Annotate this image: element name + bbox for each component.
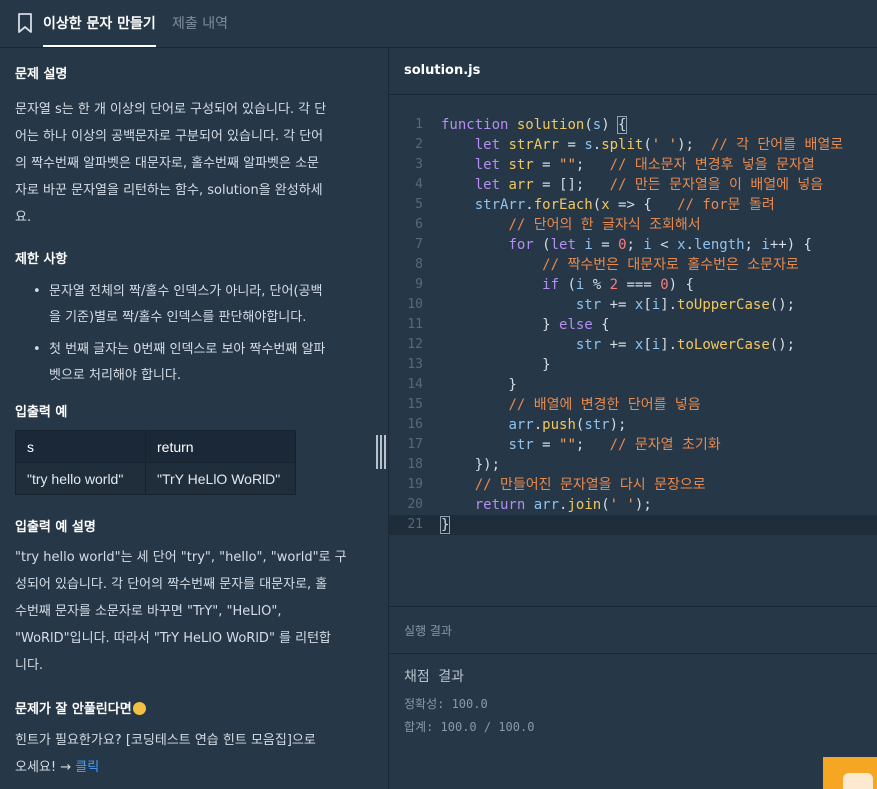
tab-submissions[interactable]: 제출 내역 bbox=[172, 13, 228, 33]
grading-heading: 채점 결과 bbox=[404, 669, 464, 685]
code-line[interactable]: 3 let str = ""; // 대소문자 변경후 넣을 문자열 bbox=[389, 155, 877, 175]
code-line[interactable]: 8 // 짝수번은 대문자로 홀수번은 소문자로 bbox=[389, 255, 877, 275]
limits-title: 제한 사항 bbox=[15, 252, 68, 267]
total-text: 합계: 100.0 / 100.0 bbox=[404, 720, 535, 734]
code-line[interactable]: 13 } bbox=[389, 355, 877, 375]
io-table: s return "try hello world" "TrY HeLlO Wo… bbox=[15, 430, 296, 495]
table-row: "try hello world" "TrY HeLlO WoRlD" bbox=[15, 462, 296, 495]
code-line[interactable]: 19 // 만들어진 문자열을 다시 문장으로 bbox=[389, 475, 877, 495]
editor-header: solution.js bbox=[389, 48, 877, 95]
code-editor[interactable]: 1 function solution(s) { 2 let strArr = s… bbox=[389, 95, 877, 605]
io-desc-text: "try hello world"는 세 단어 "try", "hello", … bbox=[15, 550, 347, 673]
io-title: 입출력 예 bbox=[15, 405, 68, 420]
code-line[interactable]: 9 if (i % 2 === 0) { bbox=[389, 275, 877, 295]
code-line[interactable]: 1 function solution(s) { bbox=[389, 115, 877, 135]
limits-list: 문자열 전체의 짝/홀수 인덱스가 아니라, 단어(공백 을 기준)별로 짝/홀… bbox=[15, 279, 369, 395]
bookmark-icon[interactable] bbox=[17, 13, 33, 33]
code-line[interactable]: 16 arr.push(str); bbox=[389, 415, 877, 435]
result-header: 실행 결과 bbox=[389, 606, 877, 654]
file-name: solution.js bbox=[404, 63, 481, 78]
result-title: 실행 결과 bbox=[404, 624, 452, 638]
tab-problem[interactable]: 이상한 문자 만들기 bbox=[43, 13, 156, 47]
accuracy-text: 정확성: 100.0 bbox=[404, 697, 488, 711]
hint-link[interactable]: 클릭 bbox=[75, 760, 99, 775]
column-header-s: s bbox=[15, 430, 146, 463]
code-line[interactable]: 6 // 단어의 한 글자식 조회해서 bbox=[389, 215, 877, 235]
code-line[interactable]: 20 return arr.join(' '); bbox=[389, 495, 877, 515]
code-line[interactable]: 5 strArr.forEach(x => { // for문 돌려 bbox=[389, 195, 877, 215]
code-line[interactable]: 17 str = ""; // 문자열 초기화 bbox=[389, 435, 877, 455]
hint-text: 힌트가 필요한가요? [코딩테스트 연습 힌트 모음집]으로 오세요! → 클릭 bbox=[15, 733, 316, 775]
code-line[interactable]: 7 for (let i = 0; i < x.length; i++) { bbox=[389, 235, 877, 255]
code-line[interactable]: 4 let arr = []; // 만든 문자열을 이 배열에 넣음 bbox=[389, 175, 877, 195]
code-line[interactable]: 18 }); bbox=[389, 455, 877, 475]
limit-item: 첫 번째 글자는 0번째 인덱스로 보아 짝수번째 알파 벳으로 처리해야 합니… bbox=[33, 337, 369, 389]
io-desc-title: 입출력 예 설명 bbox=[15, 520, 96, 535]
chat-widget-button[interactable] bbox=[823, 757, 877, 789]
sad-face-icon bbox=[132, 702, 146, 715]
table-cell: "try hello world" bbox=[15, 462, 146, 495]
code-line-current[interactable]: 21} bbox=[389, 515, 877, 535]
description-title: 문제 설명 bbox=[15, 67, 68, 82]
code-line[interactable]: 14 } bbox=[389, 375, 877, 395]
chat-avatar-icon bbox=[843, 773, 873, 789]
table-cell: "TrY HeLlO WoRlD" bbox=[145, 462, 296, 495]
result-output: 채점 결과 정확성: 100.0 합계: 100.0 / 100.0 bbox=[404, 666, 534, 741]
column-header-return: return bbox=[145, 430, 296, 463]
top-bar: 이상한 문자 만들기 제출 내역 bbox=[0, 0, 877, 48]
limit-item: 문자열 전체의 짝/홀수 인덱스가 아니라, 단어(공백 을 기준)별로 짝/홀… bbox=[33, 279, 369, 331]
resize-handle[interactable] bbox=[376, 435, 386, 469]
code-line[interactable]: 15 // 배열에 변경한 단어를 넣음 bbox=[389, 395, 877, 415]
description-text: 문자열 s는 한 개 이상의 단어로 구성되어 있습니다. 각 단 어는 하나 … bbox=[15, 102, 327, 225]
code-line[interactable]: 2 let strArr = s.split(' '); // 각 단어를 배열… bbox=[389, 135, 877, 155]
code-line[interactable]: 10 str += x[i].toUpperCase(); bbox=[389, 295, 877, 315]
table-header-row: s return bbox=[15, 430, 296, 463]
code-line[interactable]: 12 str += x[i].toLowerCase(); bbox=[389, 335, 877, 355]
code-line[interactable]: 11 } else { bbox=[389, 315, 877, 335]
hint-title: 문제가 잘 안풀린다면 bbox=[15, 698, 146, 717]
